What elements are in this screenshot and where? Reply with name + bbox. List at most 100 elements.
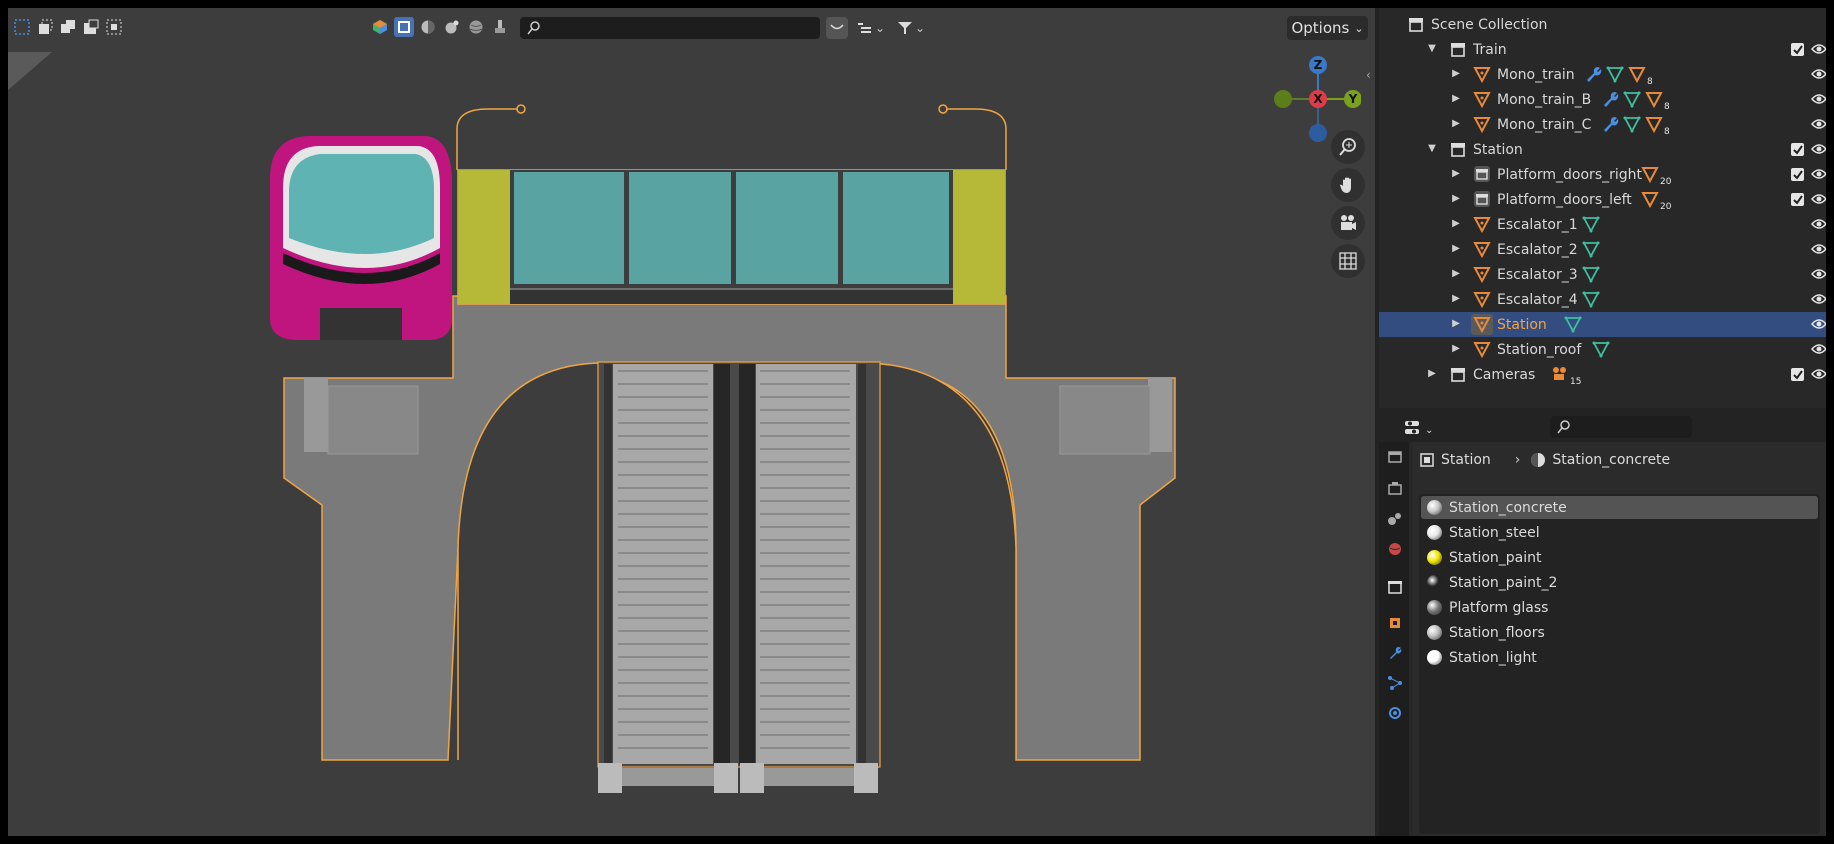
mesh-data-icon[interactable] xyxy=(1623,115,1641,137)
material-slot[interactable]: Station_paint_2 xyxy=(1421,571,1818,594)
tool-settings-tab-icon[interactable] xyxy=(1384,446,1406,468)
mesh-object-count-icon[interactable] xyxy=(1641,165,1659,187)
visibility-eye-icon[interactable] xyxy=(1811,267,1826,281)
expand-arrow-icon[interactable]: ▶ xyxy=(1451,94,1461,104)
mesh-data-icon[interactable] xyxy=(1564,315,1582,337)
outliner-row-platform-doors-right[interactable]: ▶ Platform_doors_right 20 xyxy=(1379,162,1826,187)
escalator-models[interactable] xyxy=(597,361,881,793)
editor-type-dropdown[interactable]: ⌄ xyxy=(1403,418,1437,438)
material-slot[interactable]: Station_light xyxy=(1421,646,1818,669)
outliner-row-station-roof[interactable]: ▶ Station_roof xyxy=(1379,337,1826,362)
outliner-row-platform-doors-left[interactable]: ▶ Platform_doors_left 20 xyxy=(1379,187,1826,212)
modifier-wrench-icon[interactable] xyxy=(1584,65,1602,87)
mono-train-model[interactable] xyxy=(270,136,452,340)
output-tab-icon[interactable] xyxy=(1384,508,1406,530)
outliner-row-station[interactable]: ▶ Station xyxy=(1379,312,1826,337)
visibility-eye-icon[interactable] xyxy=(1811,92,1826,106)
mesh-data-icon[interactable] xyxy=(1582,290,1600,312)
material-slot-list[interactable]: Station_concrete Station_steel Station_pai… xyxy=(1419,494,1820,834)
expand-arrow-icon[interactable]: ▶ xyxy=(1451,194,1461,204)
properties-editor[interactable]: ⌄ Station › Station_concrete Station_con… xyxy=(1379,412,1826,836)
expand-arrow-icon[interactable]: ▶ xyxy=(1451,169,1461,179)
3d-viewport[interactable]: ⌄ ⌄ Options ⌄ Z Y X ‹ xyxy=(8,8,1375,836)
modifier-wrench-icon[interactable] xyxy=(1601,90,1619,112)
outliner-row-mono-train-c[interactable]: ▶ Mono_train_C 8 xyxy=(1379,112,1826,137)
mesh-data-icon[interactable] xyxy=(1623,90,1641,112)
material-slot[interactable]: Station_floors xyxy=(1421,621,1818,644)
exclude-checkbox[interactable] xyxy=(1791,368,1804,381)
exclude-checkbox[interactable] xyxy=(1791,143,1804,156)
expand-arrow-icon[interactable]: ▶ xyxy=(1451,269,1461,279)
mesh-object-count-icon[interactable] xyxy=(1628,65,1646,87)
mesh-object-count-icon[interactable] xyxy=(1641,190,1659,212)
visibility-eye-icon[interactable] xyxy=(1811,142,1826,156)
expand-arrow-icon[interactable]: ▶ xyxy=(1451,219,1461,229)
gizmo-neg-z-axis[interactable] xyxy=(1309,124,1327,142)
object-tab-icon[interactable] xyxy=(1384,612,1406,634)
visibility-eye-icon[interactable] xyxy=(1811,292,1826,306)
collection-tab-icon[interactable] xyxy=(1384,576,1406,598)
expand-arrow-icon[interactable]: ▶ xyxy=(1451,294,1461,304)
outliner-row-scene-collection[interactable]: Scene Collection xyxy=(1379,12,1826,37)
mesh-data-icon[interactable] xyxy=(1606,65,1624,87)
material-slot[interactable]: Platform glass xyxy=(1421,596,1818,619)
outliner-row-escalator-3[interactable]: ▶ Escalator_3 xyxy=(1379,262,1826,287)
visibility-eye-icon[interactable] xyxy=(1811,192,1826,206)
mesh-data-icon[interactable] xyxy=(1582,215,1600,237)
visibility-eye-icon[interactable] xyxy=(1811,317,1826,331)
mesh-object-count-icon[interactable] xyxy=(1645,115,1663,137)
properties-search-field[interactable] xyxy=(1550,416,1692,438)
pan-hand-icon[interactable] xyxy=(1331,168,1365,202)
visibility-eye-icon[interactable] xyxy=(1811,367,1826,381)
outliner-row-station-collection[interactable]: ▼ Station xyxy=(1379,137,1826,162)
outliner[interactable]: Scene Collection ▼ Train ▶ Mono_train 8 ▶ Mono_… xyxy=(1379,8,1826,408)
collapse-arrow-icon[interactable]: ▼ xyxy=(1427,144,1437,154)
outliner-row-escalator-1[interactable]: ▶ Escalator_1 xyxy=(1379,212,1826,237)
visibility-eye-icon[interactable] xyxy=(1811,42,1826,56)
physics-tab-icon[interactable] xyxy=(1384,702,1406,724)
visibility-eye-icon[interactable] xyxy=(1811,167,1826,181)
visibility-eye-icon[interactable] xyxy=(1811,242,1826,256)
collapse-arrow-icon[interactable]: ▼ xyxy=(1427,44,1437,54)
camera-data-icon[interactable] xyxy=(1551,365,1569,387)
expand-arrow-icon[interactable]: ▶ xyxy=(1451,244,1461,254)
outliner-row-mono-train[interactable]: ▶ Mono_train 8 xyxy=(1379,62,1826,87)
visibility-eye-icon[interactable] xyxy=(1811,342,1826,356)
mesh-data-icon[interactable] xyxy=(1592,340,1610,362)
row-data-icons: 15 xyxy=(1551,365,1581,387)
outliner-row-escalator-2[interactable]: ▶ Escalator_2 xyxy=(1379,237,1826,262)
exclude-checkbox[interactable] xyxy=(1791,43,1804,56)
modifier-wrench-icon[interactable] xyxy=(1601,115,1619,137)
viewport-corner-widget[interactable] xyxy=(8,52,52,90)
exclude-checkbox[interactable] xyxy=(1791,193,1804,206)
scene-canvas[interactable] xyxy=(8,8,1375,836)
outliner-row-train-collection[interactable]: ▼ Train xyxy=(1379,37,1826,62)
render-tab-icon[interactable] xyxy=(1384,478,1406,500)
world-tab-icon[interactable] xyxy=(1384,538,1406,560)
visibility-eye-icon[interactable] xyxy=(1811,117,1826,131)
expand-arrow-icon[interactable]: ▶ xyxy=(1451,119,1461,129)
modifier-wrench-tab-icon[interactable] xyxy=(1384,642,1406,664)
camera-view-icon[interactable] xyxy=(1331,206,1365,240)
mesh-object-count-icon[interactable] xyxy=(1645,90,1663,112)
sidebar-toggle-icon[interactable]: ‹ xyxy=(1366,68,1371,82)
ortho-grid-icon[interactable] xyxy=(1331,244,1365,278)
material-slot[interactable]: Station_steel xyxy=(1421,521,1818,544)
expand-arrow-icon[interactable]: ▶ xyxy=(1451,344,1461,354)
expand-arrow-icon[interactable]: ▶ xyxy=(1451,69,1461,79)
outliner-row-escalator-4[interactable]: ▶ Escalator_4 xyxy=(1379,287,1826,312)
particles-tab-icon[interactable] xyxy=(1384,672,1406,694)
gizmo-neg-y-axis[interactable] xyxy=(1274,90,1292,108)
mesh-data-icon[interactable] xyxy=(1582,265,1600,287)
outliner-row-mono-train-b[interactable]: ▶ Mono_train_B 8 xyxy=(1379,87,1826,112)
zoom-icon[interactable] xyxy=(1331,130,1365,164)
exclude-checkbox[interactable] xyxy=(1791,168,1804,181)
visibility-eye-icon[interactable] xyxy=(1811,217,1826,231)
material-slot[interactable]: Station_paint xyxy=(1421,546,1818,569)
visibility-eye-icon[interactable] xyxy=(1811,67,1826,81)
mesh-data-icon[interactable] xyxy=(1582,240,1600,262)
outliner-row-cameras-collection[interactable]: ▶ Cameras 15 xyxy=(1379,362,1826,387)
material-slot[interactable]: Station_concrete xyxy=(1421,496,1818,519)
expand-arrow-icon[interactable]: ▶ xyxy=(1427,369,1437,379)
expand-arrow-icon[interactable]: ▶ xyxy=(1451,319,1461,329)
